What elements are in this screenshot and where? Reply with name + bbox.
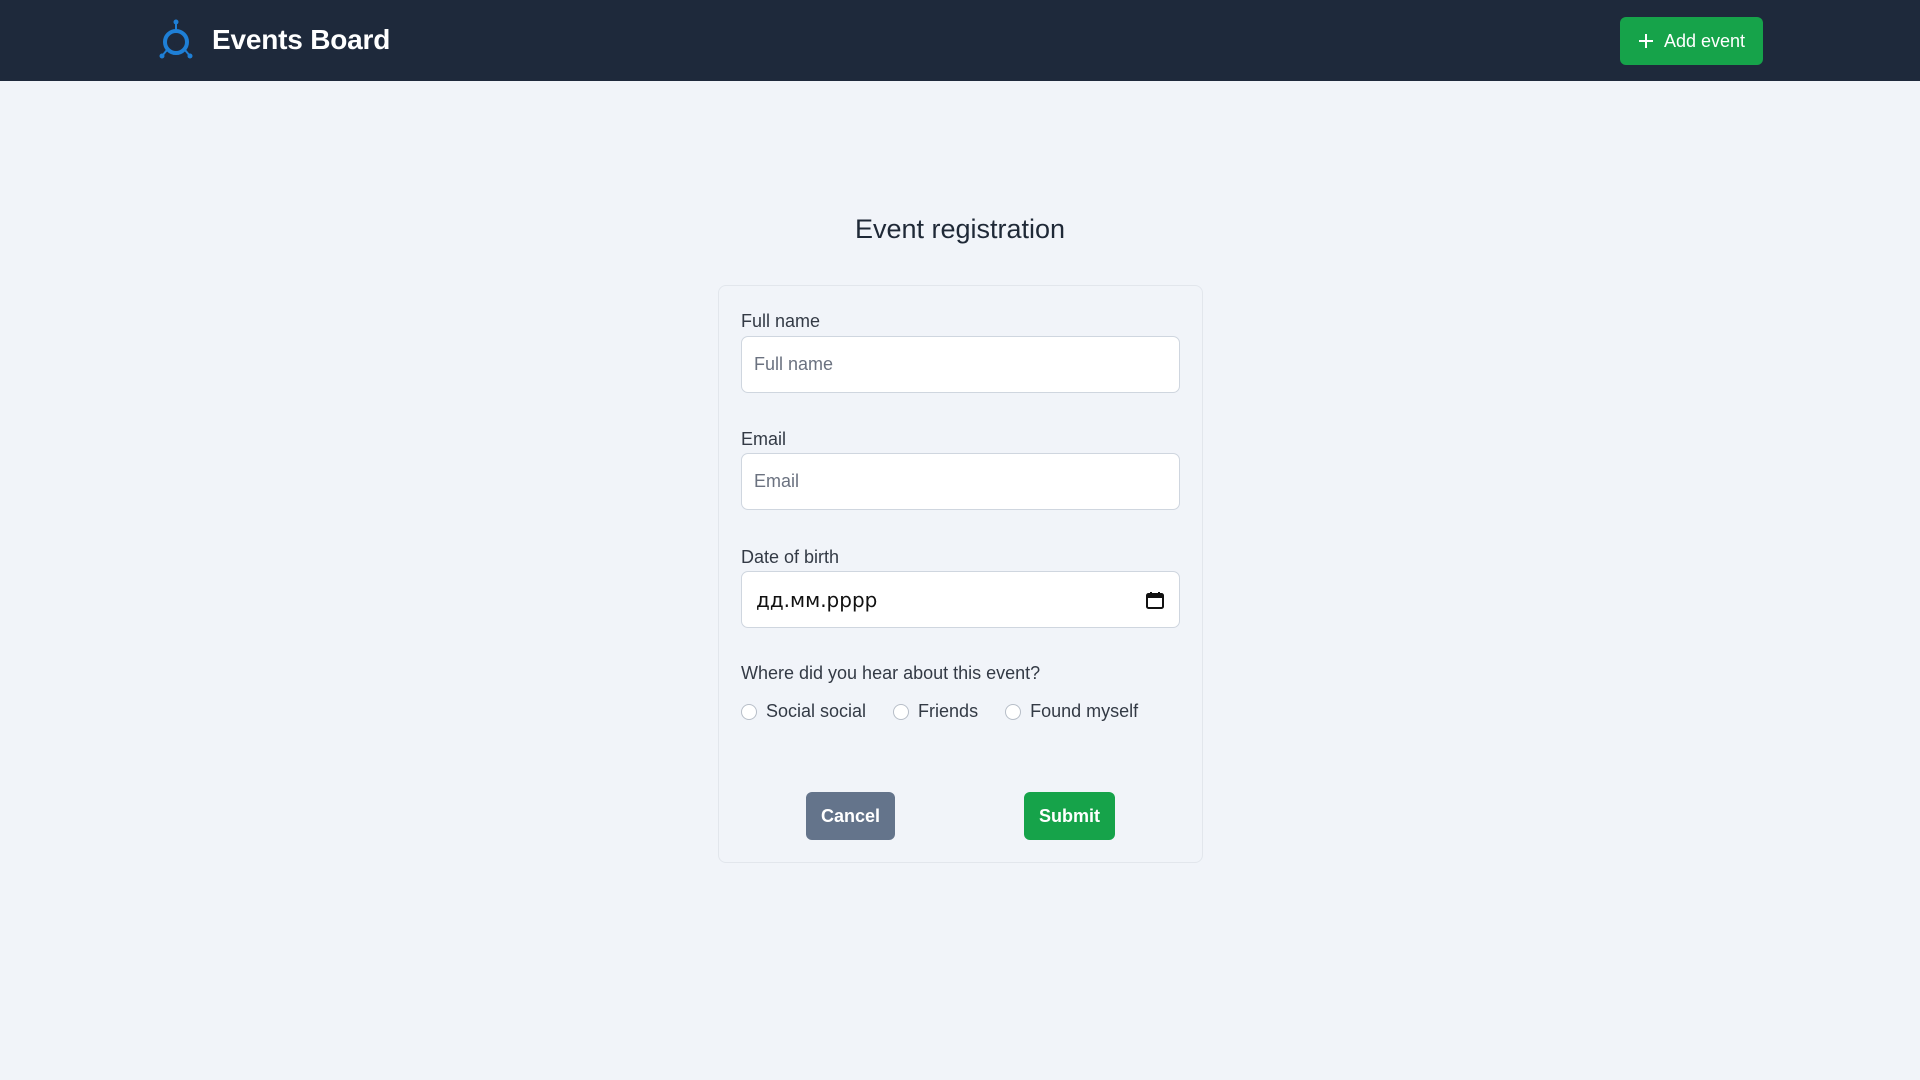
add-event-button[interactable]: Add event [1620, 17, 1763, 65]
cancel-button[interactable]: Cancel [806, 792, 895, 840]
plus-icon [1638, 34, 1653, 48]
radio-button[interactable] [893, 703, 910, 720]
radio-option-friends[interactable]: Friends [893, 701, 978, 722]
email-label: Email [741, 429, 787, 449]
page-title: Event registration [854, 214, 1066, 244]
add-event-label: Add event [1663, 30, 1746, 51]
full-name-input[interactable] [741, 336, 1180, 393]
source-question: Where did you hear about this event? [741, 663, 1041, 683]
full-name-label: Full name [741, 311, 821, 331]
radio-option-found-myself[interactable]: Found myself [1005, 701, 1138, 722]
submit-button[interactable]: Submit [1024, 792, 1115, 840]
radio-button[interactable] [741, 703, 757, 720]
date-of-birth-label: Date of birth [741, 547, 840, 567]
atom-logo-icon [159, 19, 193, 59]
app-title: Events Board [212, 24, 391, 55]
top-navbar: Events Board Add event [0, 0, 1920, 81]
date-of-birth-input[interactable]: дд.мм.рррр [741, 571, 1180, 628]
radio-label: Friends [918, 701, 979, 721]
registration-form: Full name Email Date of birth дд.мм.рррр… [718, 285, 1203, 863]
email-input[interactable] [741, 453, 1180, 510]
radio-label: Social social [766, 701, 867, 721]
radio-option-social[interactable]: Social social [741, 701, 866, 722]
radio-label: Found myself [1030, 701, 1139, 721]
radio-button[interactable] [1005, 703, 1022, 720]
brand[interactable]: Events Board [158, 18, 390, 62]
calendar-icon[interactable] [1145, 590, 1165, 610]
source-radio-group: Social social Friends Found myself [741, 701, 1165, 722]
date-placeholder: дд.мм.рррр [756, 587, 878, 612]
